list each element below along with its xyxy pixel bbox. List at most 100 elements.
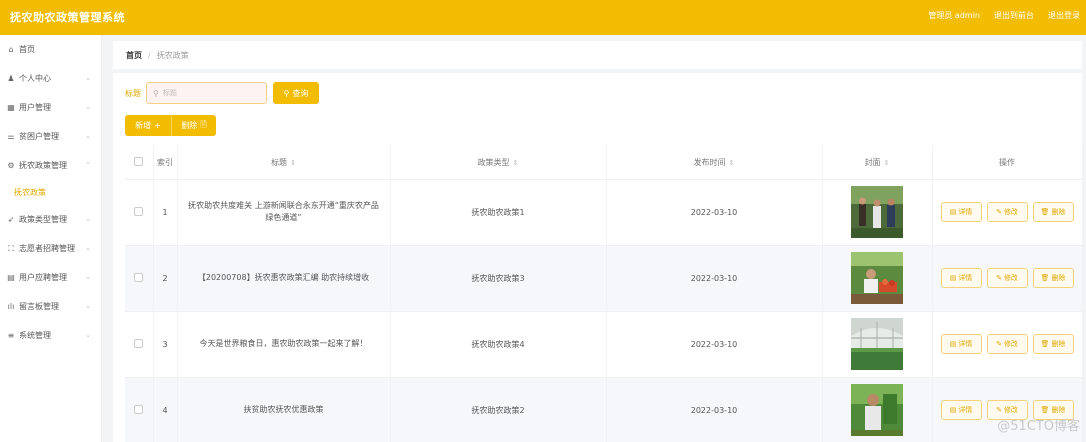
row-index: 4 xyxy=(153,377,178,442)
sidebar-item-home[interactable]: ⌂ 首页 xyxy=(0,35,101,64)
detail-button[interactable]: ▤ 详情 xyxy=(940,334,982,354)
sidebar-item-label: 首页 xyxy=(19,45,35,54)
column-header-label: 封面 xyxy=(864,157,881,167)
edit-icon: ✎ xyxy=(996,340,1002,348)
column-header-title[interactable]: 标题 ⇕ xyxy=(177,146,391,180)
add-button[interactable]: 新增 + xyxy=(125,115,171,136)
chevron-down-icon: ⌄ xyxy=(85,132,91,140)
content-panel: 标题 ⚲ 标题 ⚲ 查询 新增 + 删除 🗎 索引 标题 ⇕ 政策类型 ⇕ 发布… xyxy=(113,73,1083,442)
search-placeholder: 标题 xyxy=(162,89,177,97)
sidebar-item-label: 政策类型管理 xyxy=(19,215,67,224)
sidebar-item-poor-household[interactable]: ⚌ 贫困户管理 ⌄ xyxy=(0,122,101,151)
edit-icon: ✎ xyxy=(996,406,1002,414)
chevron-down-icon: ⌄ xyxy=(85,273,91,281)
document-icon: ▤ xyxy=(949,274,957,282)
sidebar-item-message-board[interactable]: ılı 留言板管理 ⌄ xyxy=(0,292,101,321)
cover-image xyxy=(851,252,903,304)
action-row: 新增 + 删除 🗎 xyxy=(125,115,216,136)
row-checkbox[interactable] xyxy=(134,272,144,282)
row-type: 抚农助农政策4 xyxy=(390,311,607,378)
edit-button-label: 修改 xyxy=(1003,208,1018,216)
detail-button[interactable]: ▤ 详情 xyxy=(940,400,982,420)
bar-chart-icon: ılı xyxy=(7,302,15,311)
column-header-index: 索引 xyxy=(153,146,178,180)
column-header-type[interactable]: 政策类型 ⇕ xyxy=(390,146,607,180)
edit-button[interactable]: ✎ 修改 xyxy=(986,268,1028,288)
search-label: 标题 xyxy=(125,88,141,98)
sidebar-item-application[interactable]: ▤ 用户应聘管理 ⌄ xyxy=(0,263,101,292)
row-index: 1 xyxy=(153,179,178,246)
delete-button[interactable]: 🗑 删除 xyxy=(1032,202,1074,222)
sidebar-item-user-management[interactable]: ▦ 用户管理 ⌄ xyxy=(0,93,101,122)
row-actions: ▤ 详情 ✎ 修改 🗑 删除 xyxy=(933,202,1082,222)
row-select-cell xyxy=(125,245,154,312)
table-row: 3 今天是世界粮食日，惠农助农政策一起来了解！ 抚农助农政策4 2022-03-… xyxy=(125,311,1083,378)
detail-button-label: 详情 xyxy=(958,208,973,216)
row-cover-cell xyxy=(822,377,933,442)
column-header-date[interactable]: 发布时间 ⇕ xyxy=(606,146,823,180)
delete-button[interactable]: 🗑 删除 xyxy=(1032,334,1074,354)
sidebar-item-label: 用户应聘管理 xyxy=(19,273,67,282)
sidebar-item-policy-management[interactable]: ⚙ 抚农政策管理 ⌃ xyxy=(0,151,101,180)
detail-button[interactable]: ▤ 详情 xyxy=(940,202,982,222)
row-cover-cell xyxy=(822,311,933,378)
cover-image xyxy=(851,384,903,436)
detail-button[interactable]: ▤ 详情 xyxy=(940,268,982,288)
sidebar-item-label: 贫困户管理 xyxy=(19,132,59,141)
row-date: 2022-03-10 xyxy=(606,179,823,246)
edit-icon: ✎ xyxy=(996,208,1002,216)
query-button[interactable]: ⚲ 查询 xyxy=(273,82,319,104)
delete-button[interactable]: 🗑 删除 xyxy=(1032,268,1074,288)
edit-button[interactable]: ✎ 修改 xyxy=(986,202,1028,222)
chevron-down-icon: ⌄ xyxy=(85,215,91,223)
logout-link[interactable]: 退出登录 xyxy=(1048,10,1080,21)
breadcrumb-home[interactable]: 首页 xyxy=(126,50,142,61)
sidebar-item-volunteer-recruit[interactable]: ⛶ 志愿者招聘管理 ⌄ xyxy=(0,234,101,263)
edit-button[interactable]: ✎ 修改 xyxy=(986,334,1028,354)
column-header-cover[interactable]: 封面 ⇕ xyxy=(822,146,933,180)
chevron-down-icon: ⌄ xyxy=(85,244,91,252)
menu-icon: ≡ xyxy=(7,331,15,340)
row-checkbox[interactable] xyxy=(134,206,144,216)
row-index: 2 xyxy=(153,245,178,312)
row-type: 抚农助农政策2 xyxy=(390,377,607,442)
row-checkbox[interactable] xyxy=(134,404,144,414)
trash-icon: 🗑 xyxy=(1040,406,1050,414)
delete-button-label: 删除 xyxy=(1051,406,1066,414)
detail-button-label: 详情 xyxy=(958,340,973,348)
send-icon: ➶ xyxy=(7,215,15,224)
search-input[interactable]: ⚲ 标题 xyxy=(146,82,267,104)
fullscreen-icon: ⛶ xyxy=(8,243,14,253)
select-all-checkbox[interactable] xyxy=(134,156,144,166)
chevron-down-icon: ⌄ xyxy=(85,103,91,111)
row-select-cell xyxy=(125,311,154,378)
cover-image xyxy=(851,318,903,370)
row-ops-cell: ▤ 详情 ✎ 修改 🗑 删除 xyxy=(932,179,1083,246)
sidebar-item-personal-center[interactable]: ♟ 个人中心 ⌄ xyxy=(0,64,101,93)
row-cover-cell xyxy=(822,245,933,312)
breadcrumb-separator: / xyxy=(148,50,151,60)
row-checkbox[interactable] xyxy=(134,338,144,348)
row-select-cell xyxy=(125,377,154,442)
batch-delete-button[interactable]: 删除 🗎 xyxy=(171,115,216,136)
edit-button-label: 修改 xyxy=(1003,274,1018,282)
delete-button-label: 删除 xyxy=(181,121,198,130)
sidebar-item-label: 用户管理 xyxy=(19,103,51,112)
sidebar-subitem-policy[interactable]: 抚农政策 xyxy=(0,180,101,205)
sidebar-item-policy-type[interactable]: ➶ 政策类型管理 ⌄ xyxy=(0,205,101,234)
table-row: 2 【20200708】抚农惠农政策汇编 助农持续增收 抚农助农政策3 2022… xyxy=(125,245,1083,312)
home-icon: ⌂ xyxy=(8,45,14,54)
user-icon: ♟ xyxy=(7,74,15,83)
search-icon: ⚲ xyxy=(153,88,159,98)
list-icon: ▤ xyxy=(7,273,15,282)
row-title: 【20200708】抚农惠农政策汇编 助农持续增收 xyxy=(177,245,391,312)
trash-icon: 🗑 xyxy=(1040,208,1050,216)
delete-button-label: 删除 xyxy=(1051,274,1066,282)
row-actions: ▤ 详情 ✎ 修改 🗑 删除 xyxy=(933,334,1082,354)
row-date: 2022-03-10 xyxy=(606,377,823,442)
document-icon: ▤ xyxy=(949,406,957,414)
document-icon: ▤ xyxy=(949,340,957,348)
column-header-label: 标题 xyxy=(271,157,288,167)
sidebar-item-system[interactable]: ≡ 系统管理 ⌄ xyxy=(0,321,101,350)
exit-to-front-link[interactable]: 退出到前台 xyxy=(994,10,1034,21)
